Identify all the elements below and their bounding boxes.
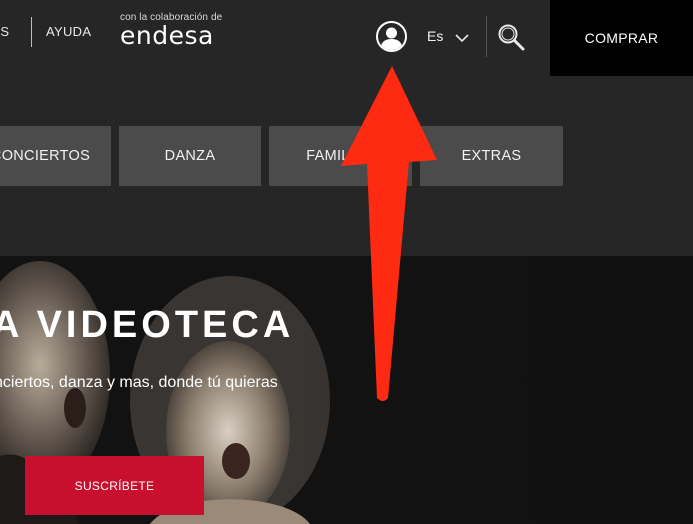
tab-conciertos[interactable]: CONCIERTOS bbox=[0, 126, 111, 186]
tab-familiar[interactable]: FAMILIAR bbox=[269, 126, 412, 186]
hero-subtitle: nciertos, danza y mas, donde tú quieras bbox=[0, 374, 278, 391]
search-divider bbox=[486, 16, 487, 57]
user-icon[interactable] bbox=[376, 21, 407, 52]
nav-divider bbox=[31, 17, 32, 47]
nav-link-truncated[interactable]: OS bbox=[0, 24, 9, 39]
buy-button[interactable]: COMPRAR bbox=[550, 0, 693, 76]
subscribe-button[interactable]: SUSCRÍBETE bbox=[25, 456, 204, 515]
tab-extras[interactable]: EXTRAS bbox=[420, 126, 563, 186]
sponsor-block[interactable]: con la colaboración de endesa bbox=[120, 12, 222, 50]
search-icon[interactable] bbox=[496, 22, 526, 57]
language-selector[interactable]: Es bbox=[427, 28, 443, 44]
nav-link-ayuda[interactable]: AYUDA bbox=[46, 24, 91, 39]
top-bar: OS AYUDA con la colaboración de endesa E… bbox=[0, 0, 693, 76]
hero-title: A VIDEOTECA bbox=[0, 304, 295, 346]
tab-danza[interactable]: DANZA bbox=[119, 126, 261, 186]
endesa-logo: endesa bbox=[120, 21, 214, 50]
category-band: CONCIERTOS DANZA FAMILIAR EXTRAS bbox=[0, 76, 693, 256]
chevron-down-icon[interactable] bbox=[455, 30, 469, 48]
hero-banner: A VIDEOTECA nciertos, danza y mas, donde… bbox=[0, 256, 693, 524]
